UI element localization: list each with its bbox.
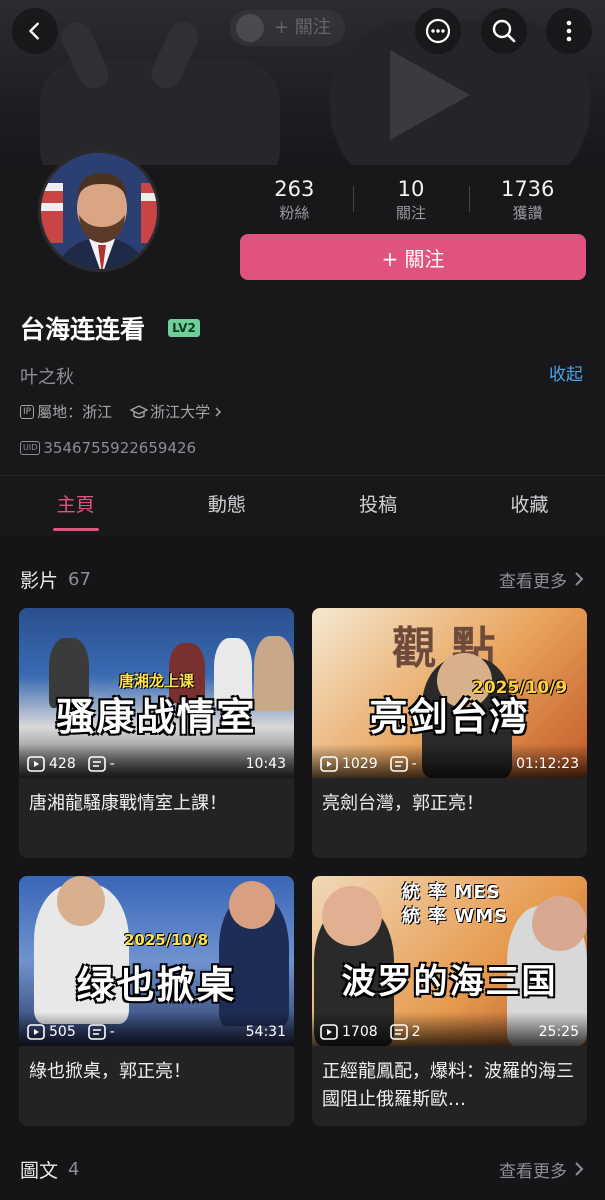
play-count-icon: [27, 1024, 45, 1040]
section-title: 影片: [20, 569, 59, 592]
see-more-videos[interactable]: 查看更多: [499, 567, 585, 592]
school-link[interactable]: 浙江大学: [150, 401, 210, 422]
uid-chip: UID: [20, 441, 41, 455]
level-badge: LV2: [168, 319, 200, 337]
tab-favorites[interactable]: 收藏: [454, 476, 605, 535]
vertical-dots-icon: [566, 20, 572, 42]
thumbnail-caption: 绿也掀桌: [76, 962, 237, 1007]
video-title: 正經龍鳳配，爆料：波羅的海三國阻止俄羅斯歐…: [322, 1061, 574, 1110]
comment-count: -: [109, 756, 115, 772]
search-icon: [492, 19, 516, 43]
stat-likes[interactable]: 1736 獲讚: [469, 176, 586, 226]
video-meta: 505 - 54:31: [27, 1024, 286, 1040]
video-meta: 428 - 10:43: [27, 756, 286, 772]
video-title: 唐湘龍騷康戰情室上課！: [29, 793, 227, 814]
tab-home[interactable]: 主頁: [0, 476, 151, 535]
play-count-icon: [27, 756, 45, 772]
thumbnail-tag: 統 率 WMS: [402, 906, 509, 927]
profile-tabs: 主頁 動態 投稿 收藏: [0, 475, 605, 535]
search-button[interactable]: [481, 8, 527, 54]
stat-fans[interactable]: 263 粉絲: [236, 176, 353, 226]
follow-label: + 關注: [381, 246, 445, 271]
video-thumbnail: 唐湘龙上课 骚康战情室 428 - 10:43: [19, 608, 294, 778]
video-thumbnail: 2025/10/8 绿也掀桌 505 - 54:31: [19, 876, 294, 1046]
thumbnail-tag: 統 率 MES: [402, 882, 501, 903]
stat-number: 263: [274, 177, 315, 201]
profile-meta: IP 屬地：浙江 浙江大学: [20, 401, 223, 422]
video-meta: 1708 2 25:25: [320, 1024, 579, 1040]
stat-following[interactable]: 10 關注: [352, 176, 470, 226]
section-title: 圖文: [20, 1159, 59, 1182]
uid-value: 3546755922659426: [43, 439, 197, 457]
video-card[interactable]: 2025/10/8 绿也掀桌 505 - 54:31 綠也掀桌，郭正亮！: [19, 876, 294, 1126]
profile-nickname: 台海连连看: [20, 315, 146, 344]
tab-submissions[interactable]: 投稿: [303, 476, 454, 535]
thumbnail-caption: 亮剑台湾: [369, 694, 530, 739]
play-count-icon: [320, 756, 338, 772]
section-count: 67: [68, 568, 91, 590]
thumbnail-caption: 波罗的海三国: [341, 962, 558, 1002]
stat-label: 關注: [396, 204, 427, 222]
comment-count: -: [411, 756, 417, 772]
video-title: 亮劍台灣，郭正亮！: [322, 793, 484, 814]
view-count: 1708: [342, 1024, 378, 1040]
video-duration: 25:25: [538, 1024, 579, 1040]
chevron-right-icon: [215, 406, 222, 417]
tab-dynamic[interactable]: 動態: [151, 476, 302, 535]
chevron-left-icon: [29, 22, 39, 40]
video-thumbnail: 觀 點 2025/10/9 亮剑台湾 1029 - 01:12:23: [312, 608, 587, 778]
video-thumbnail: 統 率 MES 統 率 WMS 波罗的海三国 1708 2 25:25: [312, 876, 587, 1046]
stat-number: 1736: [500, 177, 555, 201]
stat-label: 獲讚: [512, 204, 543, 222]
video-card[interactable]: 統 率 MES 統 率 WMS 波罗的海三国 1708 2 25:25 正經龍鳳…: [312, 876, 587, 1126]
see-more-posts[interactable]: 查看更多: [499, 1157, 585, 1182]
posts-section-header: 圖文 4 查看更多: [20, 1154, 585, 1184]
comment-icon: [87, 756, 106, 772]
banner-play-shape: [390, 50, 470, 140]
comment-icon: [87, 1024, 106, 1040]
comment-icon: [389, 1024, 408, 1040]
stat-number: 10: [397, 177, 425, 201]
more-options-button[interactable]: [546, 8, 592, 54]
video-duration: 54:31: [245, 1024, 286, 1040]
chevron-right-icon: [575, 1162, 584, 1176]
video-card[interactable]: 觀 點 2025/10/9 亮剑台湾 1029 - 01:12:23 亮劍台灣，…: [312, 608, 587, 858]
profile-stats: 263 粉絲 10 關注 1736 獲讚: [236, 176, 586, 226]
uid-row: UID 3546755922659426: [20, 439, 196, 457]
view-count: 428: [49, 756, 76, 772]
see-more-label: 查看更多: [499, 571, 567, 592]
comment-count: 2: [411, 1024, 421, 1040]
play-count-icon: [320, 1024, 338, 1040]
message-button[interactable]: [415, 8, 461, 54]
thumbnail-tag: 2025/10/8: [124, 931, 209, 949]
video-duration: 01:12:23: [516, 756, 579, 772]
comment-count: -: [109, 1024, 115, 1040]
ip-chip: IP: [20, 404, 35, 419]
chevron-right-icon: [575, 572, 584, 586]
avatar[interactable]: [38, 150, 160, 272]
video-title: 綠也掀桌，郭正亮！: [29, 1061, 191, 1082]
graduation-cap-icon: [130, 404, 149, 418]
video-card[interactable]: 唐湘龙上课 骚康战情室 428 - 10:43 唐湘龍騷康戰情室上課！: [19, 608, 294, 858]
ip-location: 屬地：浙江: [37, 403, 113, 421]
videos-section-header: 影片 67 查看更多: [20, 564, 585, 594]
view-count: 1029: [342, 756, 378, 772]
follow-button[interactable]: + 關注: [240, 234, 586, 280]
chat-bubble-icon: [425, 18, 451, 44]
collapse-button[interactable]: 收起: [549, 360, 583, 385]
view-count: 505: [49, 1024, 76, 1040]
profile-bio: 叶之秋: [20, 367, 74, 388]
section-count: 4: [68, 1158, 80, 1180]
comment-icon: [389, 756, 408, 772]
video-meta: 1029 - 01:12:23: [320, 756, 579, 772]
stat-label: 粉絲: [279, 204, 310, 222]
see-more-label: 查看更多: [499, 1161, 567, 1182]
video-duration: 10:43: [245, 756, 286, 772]
thumbnail-caption: 骚康战情室: [56, 694, 257, 739]
banner-ghost-follow: + 關注: [230, 10, 345, 46]
back-button[interactable]: [12, 8, 58, 54]
